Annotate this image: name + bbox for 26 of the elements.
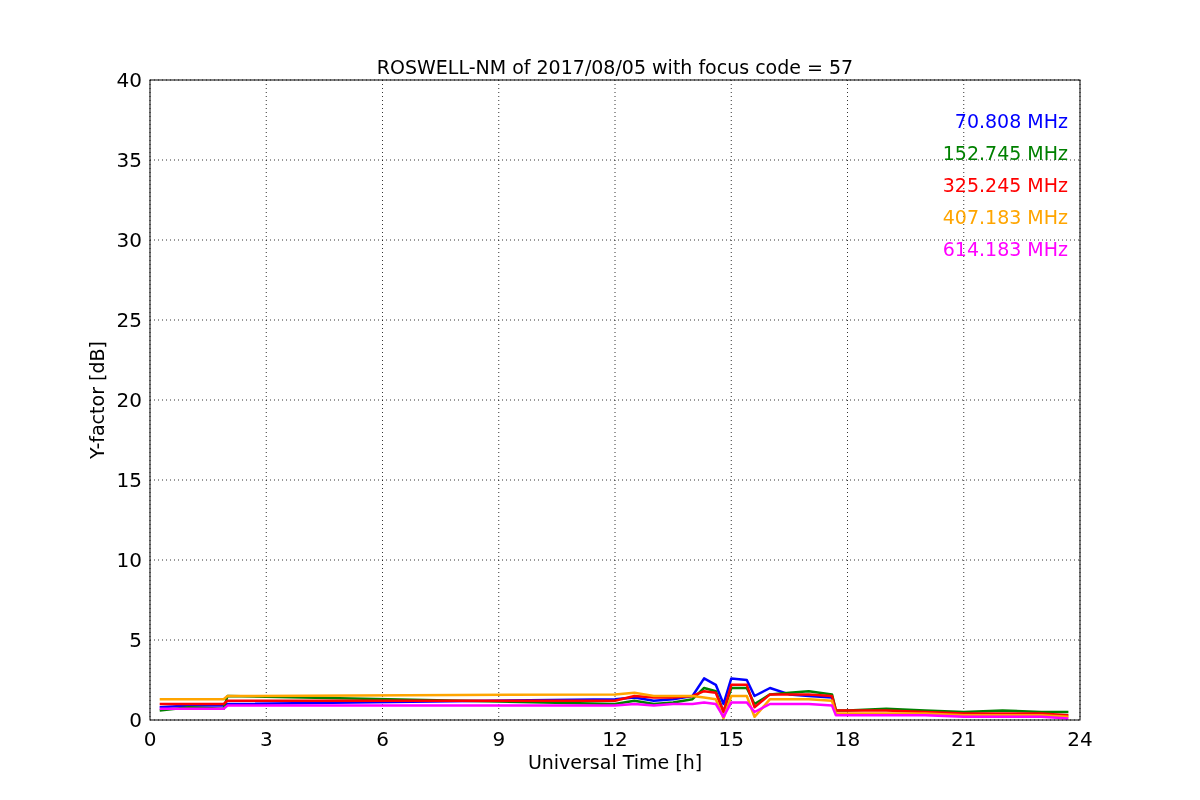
tick-label: 25 — [116, 308, 142, 332]
x-axis-label: Universal Time [h] — [527, 751, 703, 773]
tick-label: 18 — [834, 727, 861, 751]
legend-label: 70.808 MHz — [954, 110, 1068, 132]
legend-label: 407.183 MHz — [942, 206, 1068, 228]
tick-label: 30 — [116, 228, 142, 252]
tick-label: 35 — [116, 148, 142, 172]
tick-label: 3 — [259, 727, 273, 751]
tick-label: 6 — [376, 727, 389, 751]
tick-label: 10 — [116, 548, 142, 572]
tick-label: 12 — [602, 727, 628, 751]
tick-label: 15 — [718, 727, 744, 751]
tick-label: 0 — [143, 727, 157, 751]
tick-label: 9 — [492, 727, 506, 751]
chart-title: ROSWELL-NM of 2017/08/05 with focus code = 57 — [376, 56, 854, 78]
tick-label: 5 — [129, 628, 142, 652]
tick-label: 15 — [116, 468, 142, 492]
tick-label: 21 — [951, 727, 977, 751]
tick-label: 20 — [116, 388, 142, 412]
tick-label: 24 — [1067, 727, 1093, 751]
tick-label: 40 — [116, 68, 142, 92]
legend-label: 152.745 MHz — [942, 142, 1068, 164]
y-axis-label: Y-factor [dB] — [86, 341, 108, 459]
tick-label: 0 — [129, 708, 142, 732]
legend-label: 325.245 MHz — [942, 174, 1068, 196]
legend-label: 614.183 MHz — [942, 238, 1068, 260]
